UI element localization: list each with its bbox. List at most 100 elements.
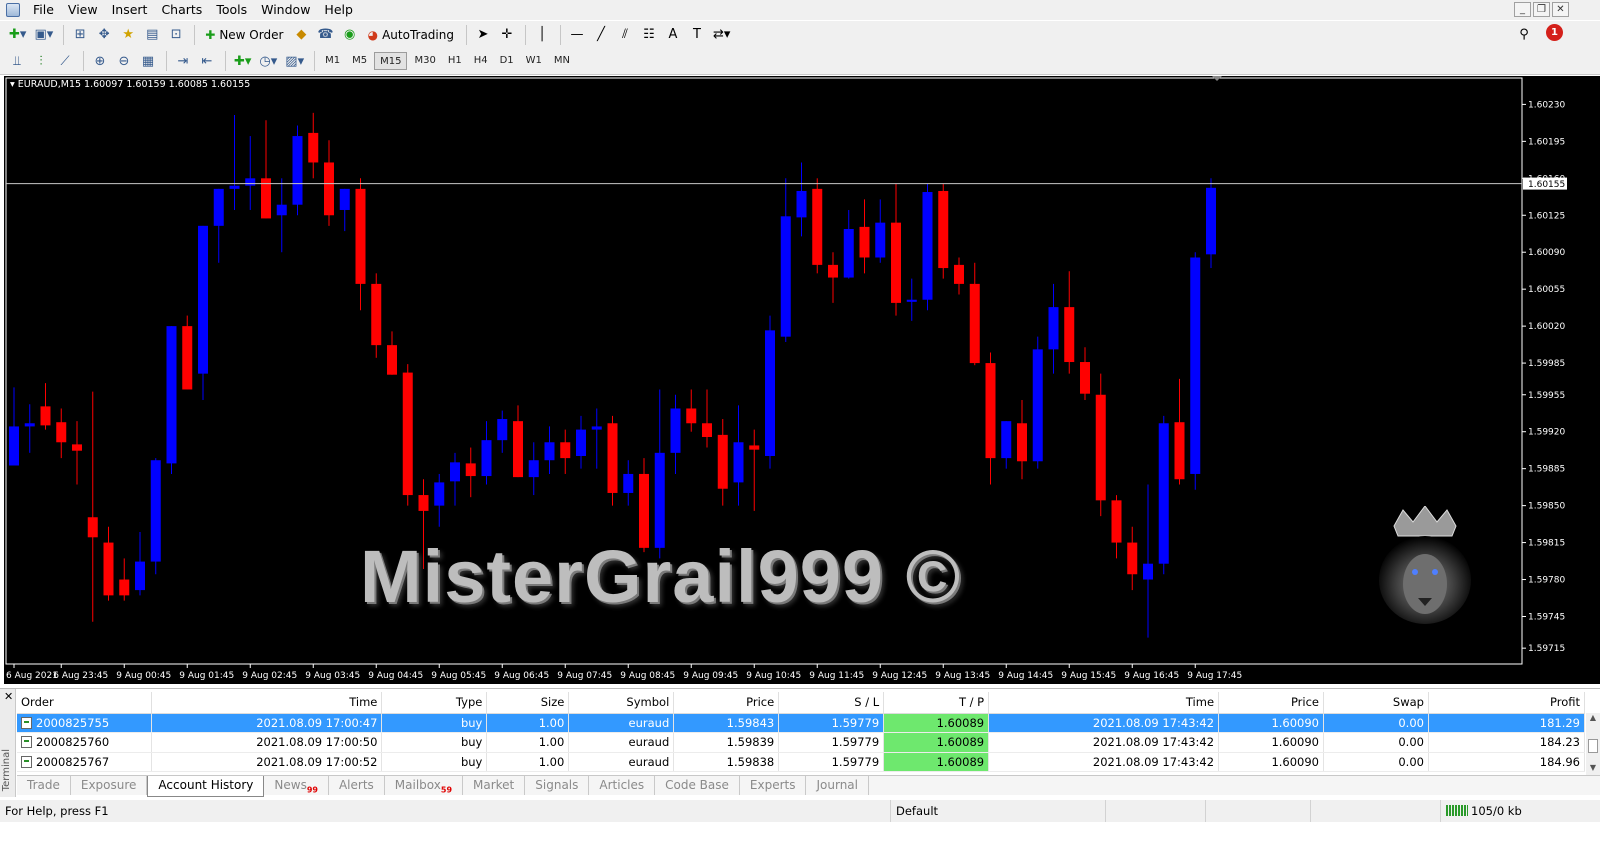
zoom-out-icon[interactable]: ⊖ <box>113 50 135 72</box>
tab-code-base[interactable]: Code Base <box>655 776 740 795</box>
strategy-tester-icon[interactable]: ⊡ <box>165 24 187 46</box>
minimize-icon[interactable]: _ <box>1514 2 1531 17</box>
terminal-close-icon[interactable]: ✕ <box>4 690 13 703</box>
chart-shift-icon[interactable]: ⇤ <box>196 50 218 72</box>
scroll-down-icon[interactable]: ▼ <box>1588 763 1598 772</box>
restore-icon[interactable]: ❐ <box>1533 2 1550 17</box>
table-row[interactable]: 2000825760 2021.08.09 17:00:50 buy 1.00 … <box>17 732 1586 753</box>
candle-body <box>1032 349 1043 462</box>
timeframe-m30[interactable]: M30 <box>409 52 440 70</box>
profit-cell: 184.23 <box>1428 732 1586 753</box>
candle-body <box>434 482 445 506</box>
close-price-cell: 1.60090 <box>1218 752 1324 772</box>
autoscroll-icon[interactable]: ⇥ <box>172 50 194 72</box>
tab-account-history[interactable]: Account History <box>147 776 265 797</box>
candle-body <box>213 188 224 226</box>
periods-icon[interactable]: ◷▾ <box>256 50 280 72</box>
timeframe-w1[interactable]: W1 <box>521 52 547 70</box>
menu-file[interactable]: File <box>26 0 61 20</box>
scroll-thumb[interactable] <box>1588 739 1598 753</box>
timeframe-mn[interactable]: MN <box>549 52 575 70</box>
metaeditor-icon[interactable]: ◆ <box>290 24 312 46</box>
price-tick-label: 1.60125 <box>1528 211 1565 221</box>
column-close-price[interactable]: Price <box>1218 692 1324 714</box>
column-close-time[interactable]: Time <box>988 692 1220 714</box>
zoom-in-icon[interactable]: ⊕ <box>89 50 111 72</box>
menu-view[interactable]: View <box>61 0 105 20</box>
text-icon[interactable]: A <box>662 24 684 46</box>
menu-help[interactable]: Help <box>317 0 360 20</box>
price-tick-label: 1.60055 <box>1528 285 1565 295</box>
terminal-scrollbar[interactable]: ▲ ▼ <box>1586 713 1600 775</box>
chart-window[interactable]: 1.602301.601951.601601.601251.600901.600… <box>4 76 1600 684</box>
tab-alerts[interactable]: Alerts <box>329 776 385 795</box>
terminal-icon[interactable]: ▤ <box>141 24 163 46</box>
trendline-icon[interactable]: ╱ <box>590 24 612 46</box>
navigator-icon[interactable]: ★ <box>117 24 139 46</box>
new-order-button[interactable]: ✚ New Order <box>200 24 288 46</box>
timeframe-m1[interactable]: M1 <box>320 52 345 70</box>
tab-market[interactable]: Market <box>463 776 526 795</box>
timeframe-d1[interactable]: D1 <box>495 52 519 70</box>
tab-trade[interactable]: Trade <box>17 776 71 795</box>
column-time[interactable]: Time <box>151 692 383 714</box>
column-tp[interactable]: T / P <box>883 692 990 714</box>
time-tick-label: 9 Aug 13:45 <box>935 671 990 681</box>
tile-windows-icon[interactable]: ▦ <box>137 50 159 72</box>
horizontal-line-icon[interactable]: — <box>566 24 588 46</box>
scroll-up-icon[interactable]: ▲ <box>1588 713 1598 722</box>
timeframe-m15[interactable]: M15 <box>374 52 408 70</box>
cursor-icon[interactable]: ➤ <box>472 24 494 46</box>
new-chart-icon[interactable]: ✚ ▾ <box>6 24 29 46</box>
channel-icon[interactable]: ⫽ <box>614 24 636 46</box>
column-profit[interactable]: Profit <box>1428 692 1586 714</box>
tp-cell: 1.60089 <box>883 732 990 753</box>
search-icon[interactable]: ⚲ <box>1513 24 1535 46</box>
crosshair-icon[interactable]: ✛ <box>496 24 518 46</box>
column-swap[interactable]: Swap <box>1323 692 1429 714</box>
alerts-icon[interactable]: 1 <box>1546 24 1563 41</box>
column-symbol[interactable]: Symbol <box>568 692 675 714</box>
table-row[interactable]: 2000825755 2021.08.09 17:00:47 buy 1.00 … <box>17 713 1586 733</box>
fibonacci-icon[interactable]: ☷ <box>638 24 660 46</box>
close-icon[interactable]: ✕ <box>1552 2 1569 17</box>
price-tick-label: 1.59780 <box>1528 576 1565 586</box>
data-window-icon[interactable]: ✥ <box>93 24 115 46</box>
tab-experts[interactable]: Experts <box>740 776 807 795</box>
menu-insert[interactable]: Insert <box>105 0 155 20</box>
table-row[interactable]: 2000825767 2021.08.09 17:00:52 buy 1.00 … <box>17 752 1586 772</box>
tab-signals[interactable]: Signals <box>525 776 590 795</box>
text-label-icon[interactable]: T <box>686 24 708 46</box>
tab-articles[interactable]: Articles <box>589 776 656 795</box>
candle-body <box>418 495 429 511</box>
menu-tools[interactable]: Tools <box>209 0 254 20</box>
tab-news[interactable]: News99 <box>264 776 329 795</box>
templates-icon[interactable]: ▨▾ <box>282 50 307 72</box>
timeframe-h1[interactable]: H1 <box>443 52 467 70</box>
vps-icon[interactable]: ◉ <box>339 24 361 46</box>
menu-charts[interactable]: Charts <box>154 0 209 20</box>
bar-chart-icon[interactable]: ⫫ <box>6 50 28 72</box>
column-sl[interactable]: S / L <box>778 692 885 714</box>
candlestick-icon[interactable]: ⫶ <box>30 50 52 72</box>
time-tick-label: 9 Aug 01:45 <box>179 671 234 681</box>
line-chart-icon[interactable]: ⟋ <box>54 50 76 72</box>
column-type[interactable]: Type <box>381 692 488 714</box>
tab-exposure[interactable]: Exposure <box>71 776 148 795</box>
type-cell: buy <box>381 732 488 753</box>
menu-window[interactable]: Window <box>254 0 317 20</box>
column-order[interactable]: Order <box>17 692 153 714</box>
column-size[interactable]: Size <box>486 692 570 714</box>
timeframe-h4[interactable]: H4 <box>469 52 493 70</box>
timeframe-m5[interactable]: M5 <box>347 52 372 70</box>
tab-mailbox[interactable]: Mailbox59 <box>385 776 464 795</box>
signals-icon[interactable]: ☎ <box>314 24 336 46</box>
profiles-icon[interactable]: ▣▾ <box>31 24 56 46</box>
autotrading-button[interactable]: ◕ AutoTrading <box>363 24 459 46</box>
vertical-line-icon[interactable]: │ <box>531 24 553 46</box>
column-price[interactable]: Price <box>673 692 780 714</box>
indicators-icon[interactable]: ✚▾ <box>231 50 254 72</box>
market-watch-icon[interactable]: ⊞ <box>69 24 91 46</box>
arrows-icon[interactable]: ⇄▾ <box>710 24 733 46</box>
tab-journal[interactable]: Journal <box>806 776 869 795</box>
